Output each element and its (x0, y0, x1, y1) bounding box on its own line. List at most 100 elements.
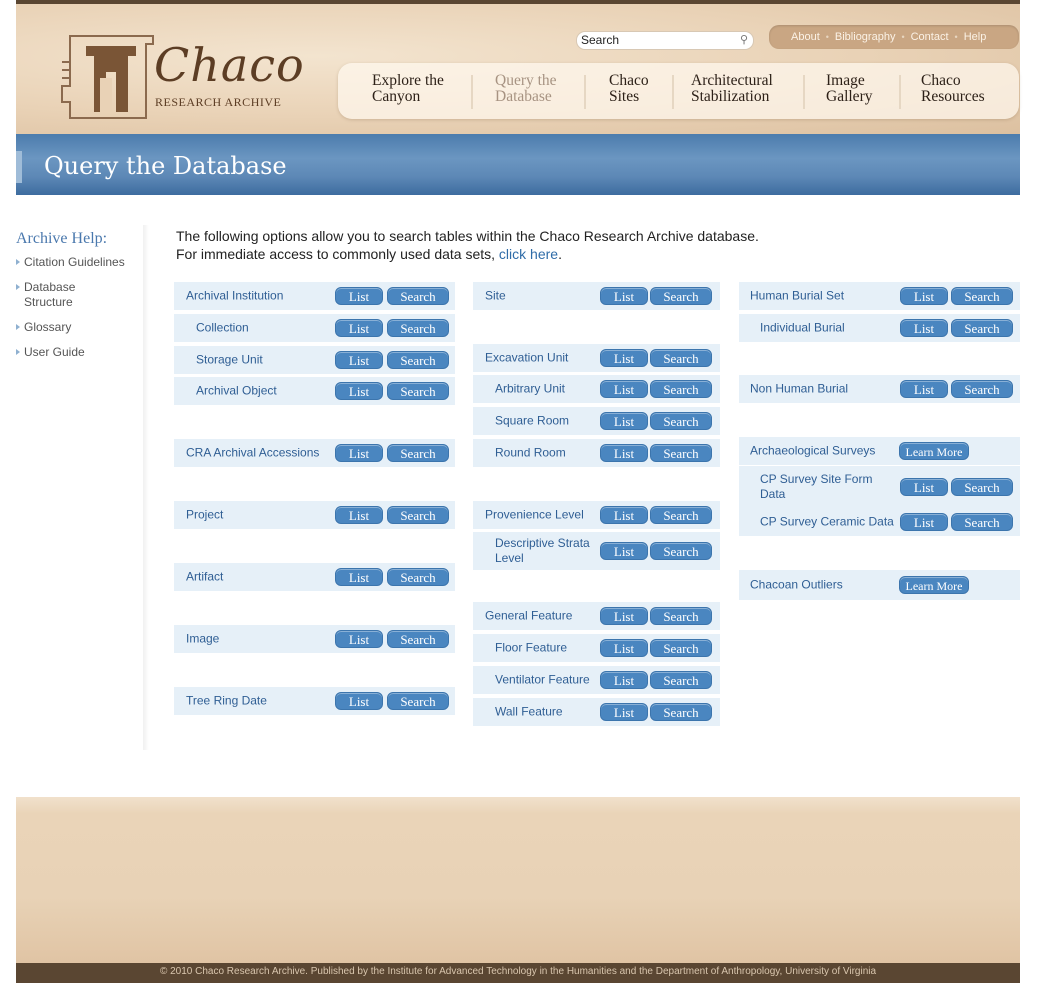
search-button[interactable]: Search (650, 639, 712, 657)
nav-label-line1: Chaco (921, 72, 961, 89)
list-button[interactable]: List (335, 351, 383, 369)
sidebar-item-glossary[interactable]: Glossary (16, 320, 144, 335)
query-row-label: Artifact (186, 569, 224, 584)
intro-line2: For immediate access to commonly used da… (176, 245, 759, 263)
query-row-square-room: Square Room List Search (473, 407, 720, 435)
help-link[interactable]: Help (964, 31, 987, 43)
list-button[interactable]: List (335, 287, 383, 305)
query-row-archival-object: Archival Object List Search (174, 377, 455, 405)
list-button[interactable]: List (600, 506, 648, 524)
search-button[interactable]: Search (951, 380, 1013, 398)
search-button[interactable]: Search (387, 506, 449, 524)
search-button[interactable]: Search (650, 412, 712, 430)
search-button[interactable]: Search (387, 287, 449, 305)
nav-chaco-sites[interactable]: Chaco Sites (609, 73, 649, 105)
nav-label-line1: Explore the (372, 72, 444, 89)
query-row-excavation-unit: Excavation Unit List Search (473, 344, 720, 372)
nav-image-gallery[interactable]: Image Gallery (826, 73, 872, 105)
list-button[interactable]: List (600, 349, 648, 367)
query-row-label: Storage Unit (196, 352, 263, 367)
list-button[interactable]: List (900, 287, 948, 305)
query-row-collection: Collection List Search (174, 314, 455, 342)
search-button[interactable]: Search (650, 607, 712, 625)
sidebar-item-label: Citation Guidelines (24, 255, 125, 269)
page-title: Query the Database (44, 152, 287, 180)
query-row-label: Arbitrary Unit (495, 381, 566, 396)
search-button[interactable]: Search (951, 478, 1013, 496)
search-button[interactable]: Search (650, 380, 712, 398)
sidebar-item-citation-guidelines[interactable]: Citation Guidelines (16, 255, 144, 270)
search-button[interactable]: Search (387, 568, 449, 586)
list-button[interactable]: List (335, 319, 383, 337)
search-button[interactable]: Search (650, 444, 712, 462)
list-button[interactable]: List (900, 380, 948, 398)
search-button[interactable]: Search (650, 703, 712, 721)
list-button[interactable]: List (335, 630, 383, 648)
list-button[interactable]: List (900, 513, 948, 531)
search-button[interactable]: Search (650, 542, 712, 560)
search-icon[interactable]: ⚲ (740, 33, 748, 46)
nav-chaco-resources[interactable]: Chaco Resources (921, 73, 985, 105)
list-button[interactable]: List (600, 412, 648, 430)
nav-query-the-database[interactable]: Query the Database (495, 73, 557, 105)
list-button[interactable]: List (600, 287, 648, 305)
query-row-round-room: Round Room List Search (473, 439, 720, 467)
list-button[interactable]: List (600, 380, 648, 398)
search-button[interactable]: Search (650, 671, 712, 689)
query-row-wall-feature: Wall Feature List Search (473, 698, 720, 726)
sidebar-item-label-line2: Structure (24, 295, 73, 309)
list-button[interactable]: List (335, 506, 383, 524)
list-button[interactable]: List (335, 692, 383, 710)
list-button[interactable]: List (335, 444, 383, 462)
learn-more-button[interactable]: Learn More (899, 576, 969, 594)
about-link[interactable]: About (791, 31, 820, 43)
search-button[interactable]: Search (951, 513, 1013, 531)
nav-label-line2: Database (495, 88, 552, 105)
query-row-descriptive-strata-level: Descriptive Strata Level List Search (473, 532, 720, 570)
search-button[interactable]: Search (650, 287, 712, 305)
query-row-label: Site (485, 288, 506, 303)
search-input[interactable] (581, 33, 731, 47)
nav-architectural-stabilization[interactable]: Architectural Stabilization (691, 73, 773, 105)
chaco-logo[interactable]: Chaco RESEARCH ARCHIVE (58, 32, 304, 120)
search-button[interactable]: Search (387, 351, 449, 369)
footer-background (16, 797, 1020, 963)
search-button[interactable]: Search (951, 287, 1013, 305)
list-button[interactable]: List (600, 639, 648, 657)
nav-label-line2: Stabilization (691, 88, 770, 105)
search-button[interactable]: Search (387, 692, 449, 710)
list-button[interactable]: List (335, 568, 383, 586)
nav-explore-the-canyon[interactable]: Explore the Canyon (372, 73, 444, 105)
nav-label-line2: Gallery (826, 88, 873, 105)
nav-label-line2: Canyon (372, 88, 421, 105)
nav-label-line2: Sites (609, 88, 640, 105)
search-button[interactable]: Search (387, 630, 449, 648)
sidebar-divider (143, 225, 149, 750)
list-button[interactable]: List (335, 382, 383, 400)
query-row-label: Non Human Burial (750, 381, 849, 396)
list-button[interactable]: List (900, 478, 948, 496)
query-row-cra-archival-accessions: CRA Archival Accessions List Search (174, 439, 455, 467)
click-here-link[interactable]: click here (499, 246, 558, 262)
list-button[interactable]: List (600, 542, 648, 560)
query-row-label: Floor Feature (495, 640, 568, 655)
sidebar-item-database-structure[interactable]: Database Structure (16, 280, 144, 310)
search-button[interactable]: Search (650, 506, 712, 524)
search-button[interactable]: Search (387, 444, 449, 462)
list-button[interactable]: List (900, 319, 948, 337)
nav-divider (584, 75, 586, 109)
search-button[interactable]: Search (951, 319, 1013, 337)
list-button[interactable]: List (600, 671, 648, 689)
list-button[interactable]: List (600, 607, 648, 625)
search-button[interactable]: Search (650, 349, 712, 367)
learn-more-button[interactable]: Learn More (899, 442, 969, 460)
search-button[interactable]: Search (387, 319, 449, 337)
nav-divider (672, 75, 674, 109)
sidebar-item-user-guide[interactable]: User Guide (16, 345, 144, 360)
search-button[interactable]: Search (387, 382, 449, 400)
bibliography-link[interactable]: Bibliography (835, 31, 896, 43)
list-button[interactable]: List (600, 703, 648, 721)
contact-link[interactable]: Contact (911, 31, 949, 43)
list-button[interactable]: List (600, 444, 648, 462)
separator-dot: • (954, 32, 958, 42)
